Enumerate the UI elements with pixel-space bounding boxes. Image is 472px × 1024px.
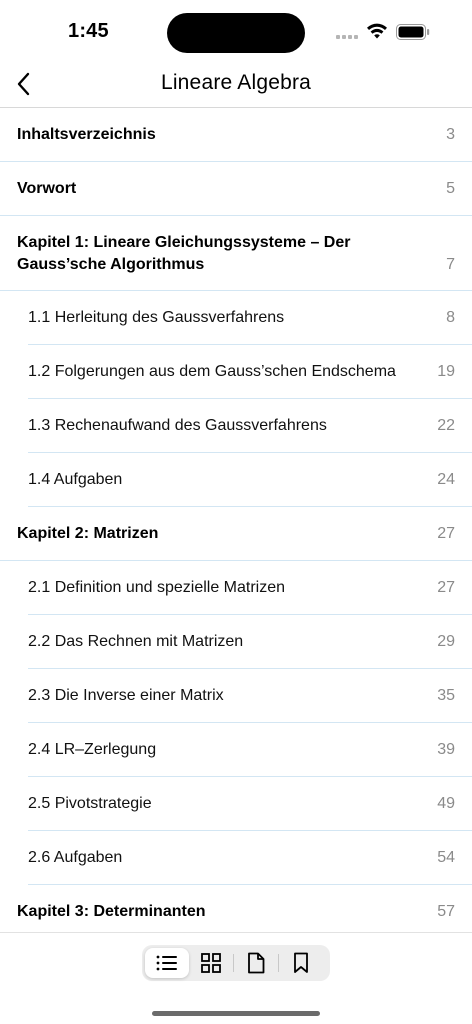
toc-item-page-number: 24	[437, 471, 455, 488]
toc-item-page-number: 3	[446, 126, 455, 143]
toc-section-row[interactable]: 2.3 Die Inverse einer Matrix 35	[0, 669, 472, 723]
toc-item-title: 2.1 Definition und spezielle Matrizen	[28, 579, 286, 596]
toc-section-row[interactable]: 1.4 Aufgaben 24	[0, 453, 472, 507]
toc-item-page-number: 29	[437, 633, 455, 650]
view-mode-segmented-control	[142, 945, 330, 981]
toc-item-title: Vorwort	[17, 180, 77, 197]
home-indicator	[152, 1011, 320, 1016]
tab-bookmarks[interactable]	[279, 948, 323, 978]
toc-section-row[interactable]: 2.4 LR–Zerlegung 39	[0, 723, 472, 777]
toc-chapter-row[interactable]: Kapitel 2: Matrizen 27	[0, 507, 472, 561]
cellular-signal-icon	[336, 35, 358, 39]
toc-chapter-row[interactable]: Kapitel 1: Lineare Gleichungssysteme – D…	[0, 216, 472, 291]
table-of-contents: Inhaltsverzeichnis 3 Vorwort 5 Kapitel 1: Li…	[0, 108, 472, 932]
toc-item-page-number: 35	[437, 687, 455, 704]
toc-section-row[interactable]: 2.1 Definition und spezielle Matrizen 27	[0, 561, 472, 615]
wifi-icon	[367, 23, 387, 39]
toc-item-title: 2.6 Aufgaben	[28, 849, 123, 866]
toc-item-page-number: 54	[437, 849, 455, 866]
toc-item-page-number: 19	[437, 363, 455, 380]
toc-item-page-number: 27	[437, 525, 455, 542]
tab-table-of-contents[interactable]	[145, 948, 189, 978]
tab-page[interactable]	[234, 948, 278, 978]
toc-item-title: Kapitel 1: Lineare Gleichungssysteme – D…	[17, 233, 351, 273]
list-icon	[156, 955, 177, 971]
toc-item-page-number: 39	[437, 741, 455, 758]
toc-item-title: 1.3 Rechenaufwand des Gaussverfahrens	[28, 417, 327, 434]
page-title: Lineare Algebra	[160, 71, 312, 94]
toc-item-page-number: 49	[437, 795, 455, 812]
toc-item-title: 2.3 Die Inverse einer Matrix	[28, 687, 224, 704]
toc-section-row[interactable]: 1.1 Herleitung des Gaussverfahrens 8	[0, 291, 472, 345]
battery-icon	[396, 24, 430, 40]
toc-item-title: 1.1 Herleitung des Gaussverfahrens	[28, 309, 285, 326]
toc-section-row[interactable]: 2.6 Aufgaben 54	[0, 831, 472, 885]
toc-item-title: 2.5 Pivotstrategie	[28, 795, 152, 812]
toc-item-title: Kapitel 2: Matrizen	[17, 525, 159, 542]
toc-section-row[interactable]: 1.2 Folgerungen aus dem Gauss’schen Ends…	[0, 345, 472, 399]
toc-item-page-number: 57	[437, 903, 455, 920]
toc-item-title: 1.4 Aufgaben	[28, 471, 123, 488]
toc-section-row[interactable]: 2.2 Das Rechnen mit Matrizen 29	[0, 615, 472, 669]
toc-item-page-number: 5	[446, 180, 455, 197]
status-time: 1:45	[68, 20, 109, 42]
bookmark-icon	[294, 952, 308, 973]
dynamic-island	[167, 13, 305, 53]
toc-item-title: Kapitel 3: Determinanten	[17, 903, 206, 920]
tab-thumbnails[interactable]	[189, 948, 233, 978]
toc-item-page-number: 22	[437, 417, 455, 434]
grid-icon	[201, 953, 221, 973]
navigation-bar: Lineare Algebra	[0, 62, 472, 108]
toc-chapter-row[interactable]: Kapitel 3: Determinanten 57	[0, 885, 472, 932]
toc-item-page-number: 27	[437, 579, 455, 596]
toc-chapter-row[interactable]: Vorwort 5	[0, 162, 472, 216]
toc-section-row[interactable]: 1.3 Rechenaufwand des Gaussverfahrens 22	[0, 399, 472, 453]
toc-chapter-row[interactable]: Inhaltsverzeichnis 3	[0, 108, 472, 162]
toc-item-title: Inhaltsverzeichnis	[17, 126, 156, 143]
bottom-toolbar	[0, 932, 472, 1024]
toc-item-page-number: 8	[446, 309, 455, 326]
toc-item-page-number: 7	[446, 256, 455, 273]
toc-section-row[interactable]: 2.5 Pivotstrategie 49	[0, 777, 472, 831]
toc-item-title: 2.2 Das Rechnen mit Matrizen	[28, 633, 244, 650]
toc-item-title: 2.4 LR–Zerlegung	[28, 741, 157, 758]
toc-item-title: 1.2 Folgerungen aus dem Gauss’schen Ends…	[28, 363, 396, 380]
page-icon	[248, 952, 265, 974]
status-bar: 1:45	[0, 0, 472, 62]
